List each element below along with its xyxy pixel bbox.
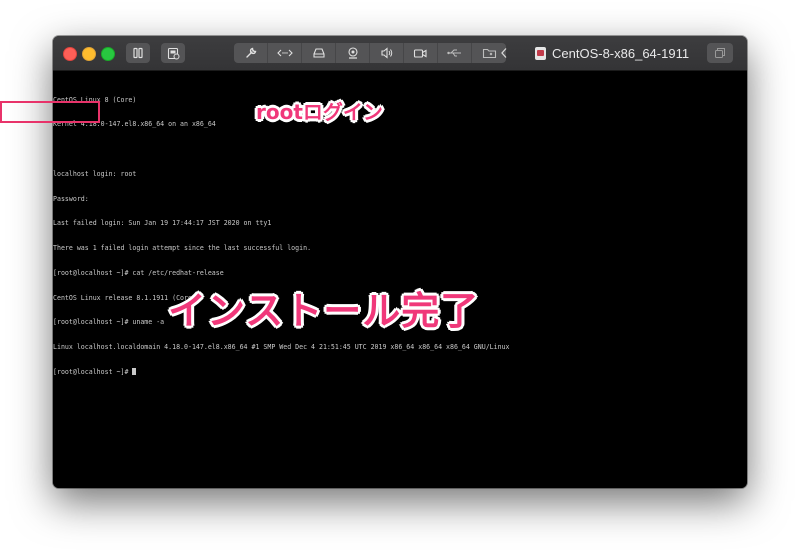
camera-icon	[347, 47, 358, 59]
video-camera-icon	[413, 48, 427, 58]
terminal-line: There was 1 failed login attempt since t…	[53, 244, 312, 252]
network-icon	[276, 49, 293, 57]
minimize-window-button[interactable]	[82, 47, 96, 61]
network-button[interactable]	[268, 43, 302, 63]
vm-window: CentOS-8-x86_64-1911 CentOS Linux 8 (Cor…	[53, 36, 747, 488]
shared-folder-icon	[482, 48, 496, 59]
terminal-line: localhost login: root	[53, 169, 137, 178]
terminal-line: Linux localhost.localdomain 4.18.0-147.e…	[53, 343, 510, 351]
terminal-line: Last failed login: Sun Jan 19 17:44:17 J…	[53, 219, 272, 228]
disk-icon	[312, 48, 325, 58]
vm-title: CentOS-8-x86_64-1911	[535, 45, 689, 61]
root-login-annotation: rootログイン	[256, 100, 383, 124]
vm-title-text: CentOS-8-x86_64-1911	[552, 45, 690, 61]
chevron-left-icon	[501, 48, 507, 58]
login-highlight-box	[0, 101, 100, 123]
usb-button[interactable]	[438, 43, 472, 63]
title-bar: CentOS-8-x86_64-1911	[53, 36, 747, 71]
device-toolbar	[234, 43, 506, 63]
restore-window-button[interactable]	[707, 43, 733, 63]
close-window-button[interactable]	[63, 47, 77, 61]
collapse-toolbar-button[interactable]	[497, 43, 511, 63]
terminal-line: Password:	[53, 194, 89, 203]
disk-button[interactable]	[302, 43, 336, 63]
terminal-cursor	[132, 367, 137, 375]
terminal-output: CentOS Linux 8 (Core) Kernel 4.18.0-147.…	[53, 79, 510, 393]
pause-icon	[133, 47, 143, 59]
terminal-prompt-line: [root@localhost ~]#	[53, 367, 510, 376]
vm-document-icon	[535, 46, 546, 60]
video-camera-button[interactable]	[404, 43, 438, 63]
snapshot-icon	[167, 47, 179, 59]
sound-icon	[380, 47, 392, 59]
zoom-window-button[interactable]	[101, 47, 115, 61]
window-restore-icon	[715, 48, 725, 58]
snapshot-button[interactable]	[161, 43, 185, 63]
terminal-prompt: [root@localhost ~]#	[53, 367, 133, 376]
terminal-line: [root@localhost ~]# cat /etc/redhat-rele…	[53, 268, 224, 277]
settings-button[interactable]	[234, 43, 268, 63]
usb-icon	[446, 49, 461, 57]
camera-button[interactable]	[336, 43, 370, 63]
sound-button[interactable]	[370, 43, 404, 63]
pause-button[interactable]	[126, 43, 150, 63]
settings-wrench-icon	[245, 47, 256, 58]
install-complete-annotation: インストール完了	[168, 289, 480, 333]
